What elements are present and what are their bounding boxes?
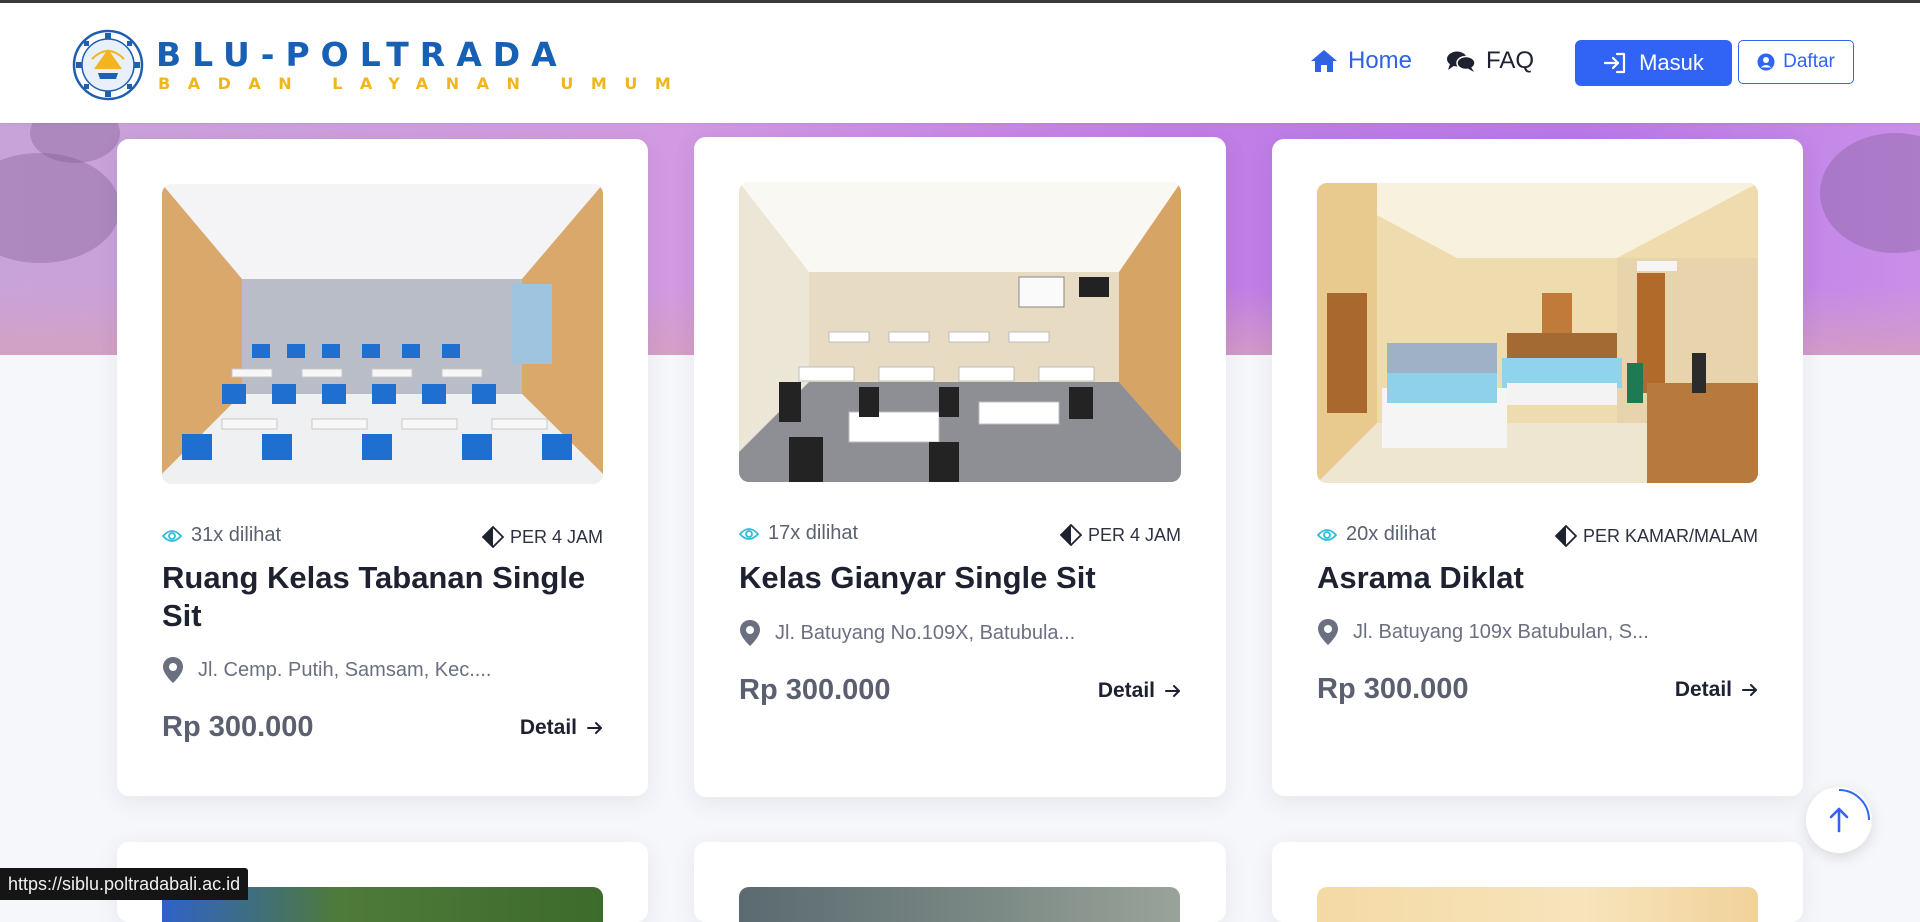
listing-address-text: Jl. Cemp. Putih, Samsam, Kec.... <box>198 658 492 681</box>
nav-faq-label: FAQ <box>1486 47 1535 74</box>
eye-icon <box>162 529 182 542</box>
status-bar-url: https://siblu.poltradabali.ac.id <box>0 868 249 900</box>
home-icon <box>1311 50 1337 72</box>
scroll-to-top-button[interactable] <box>1806 787 1872 853</box>
view-count-text: 20x dilihat <box>1346 523 1437 545</box>
listing-address-text: Jl. Batuyang No.109X, Batubula... <box>775 621 1076 644</box>
listing-address-text: Jl. Batuyang 109x Batubulan, S... <box>1353 620 1649 643</box>
eye-icon <box>1317 528 1337 541</box>
user-circle-icon <box>1757 53 1775 71</box>
chat-bubbles-icon <box>1447 51 1476 72</box>
detail-link-label: Detail <box>1674 678 1732 701</box>
listing-card[interactable] <box>1272 842 1803 922</box>
listing-title[interactable]: Kelas Gianyar Single Sit <box>739 559 1184 597</box>
listing-title[interactable]: Asrama Diklat <box>1317 559 1762 597</box>
brand-subtitle: BADAN LAYANAN UMUM <box>158 74 689 93</box>
rate-unit-text: PER KAMAR/MALAM <box>1582 525 1758 546</box>
listing-card[interactable]: 17x dilihat PER 4 JAM Kelas Gianyar Sing… <box>694 137 1226 797</box>
listing-image[interactable] <box>162 184 603 484</box>
listing-price: Rp 300.000 <box>1317 673 1469 705</box>
listing-price: Rp 300.000 <box>739 674 891 706</box>
brand-logo[interactable]: BLU-POLTRADA BADAN LAYANAN UMUM <box>72 29 671 101</box>
listing-title[interactable]: Ruang Kelas Tabanan Single Sit <box>162 559 607 635</box>
price-tag-icon <box>1554 525 1577 547</box>
listing-image[interactable] <box>739 887 1180 922</box>
listing-image[interactable] <box>739 182 1181 482</box>
login-label: Masuk <box>1639 50 1704 75</box>
listing-address: Jl. Batuyang No.109X, Batubula... <box>739 619 1075 647</box>
detail-link-label: Detail <box>1097 679 1155 702</box>
price-tag-icon <box>481 526 504 548</box>
arrow-right-icon <box>1165 685 1180 697</box>
sign-in-icon <box>1603 52 1626 74</box>
map-pin-icon <box>163 657 183 683</box>
eye-icon <box>739 527 759 540</box>
listing-card[interactable] <box>694 842 1226 922</box>
listing-image[interactable] <box>1317 887 1758 922</box>
arrow-right-icon <box>1742 684 1757 696</box>
login-button[interactable]: Masuk <box>1575 40 1732 86</box>
map-pin-icon <box>740 620 760 646</box>
rate-unit: PER 4 JAM <box>1059 524 1181 546</box>
view-count: 31x dilihat <box>162 524 281 547</box>
register-button[interactable]: Daftar <box>1738 40 1854 84</box>
poltrada-emblem-icon <box>72 29 144 101</box>
listing-image[interactable] <box>1317 183 1758 483</box>
rate-unit: PER KAMAR/MALAM <box>1554 525 1758 547</box>
arrow-right-icon <box>587 722 602 734</box>
listing-address: Jl. Batuyang 109x Batubulan, S... <box>1317 618 1649 646</box>
rate-unit: PER 4 JAM <box>481 526 603 548</box>
arrow-up-icon <box>1829 789 1870 833</box>
detail-link[interactable]: Detail <box>1675 678 1758 702</box>
view-count: 17x dilihat <box>739 522 858 545</box>
site-header: BLU-POLTRADA BADAN LAYANAN UMUM Home FAQ… <box>0 3 1920 123</box>
brand-title: BLU-POLTRADA <box>156 35 568 74</box>
price-tag-icon <box>1059 524 1082 546</box>
rate-unit-text: PER 4 JAM <box>509 526 603 547</box>
listing-card[interactable]: 31x dilihat PER 4 JAM Ruang Kelas Tabana… <box>117 139 648 796</box>
view-count: 20x dilihat <box>1317 523 1436 546</box>
nav-home-link[interactable]: Home <box>1310 47 1412 75</box>
listing-address: Jl. Cemp. Putih, Samsam, Kec.... <box>162 656 491 684</box>
listing-card[interactable]: 20x dilihat PER KAMAR/MALAM Asrama Dikla… <box>1272 139 1803 796</box>
map-pin-icon <box>1318 619 1338 645</box>
view-count-text: 17x dilihat <box>768 522 859 544</box>
detail-link-label: Detail <box>519 716 577 739</box>
nav-home-label: Home <box>1348 47 1413 74</box>
view-count-text: 31x dilihat <box>191 524 282 546</box>
listing-price: Rp 300.000 <box>162 711 314 743</box>
detail-link[interactable]: Detail <box>520 716 603 740</box>
nav-faq-link[interactable]: FAQ <box>1446 47 1534 75</box>
detail-link[interactable]: Detail <box>1098 679 1181 703</box>
rate-unit-text: PER 4 JAM <box>1087 524 1181 545</box>
register-label: Daftar <box>1783 51 1835 72</box>
